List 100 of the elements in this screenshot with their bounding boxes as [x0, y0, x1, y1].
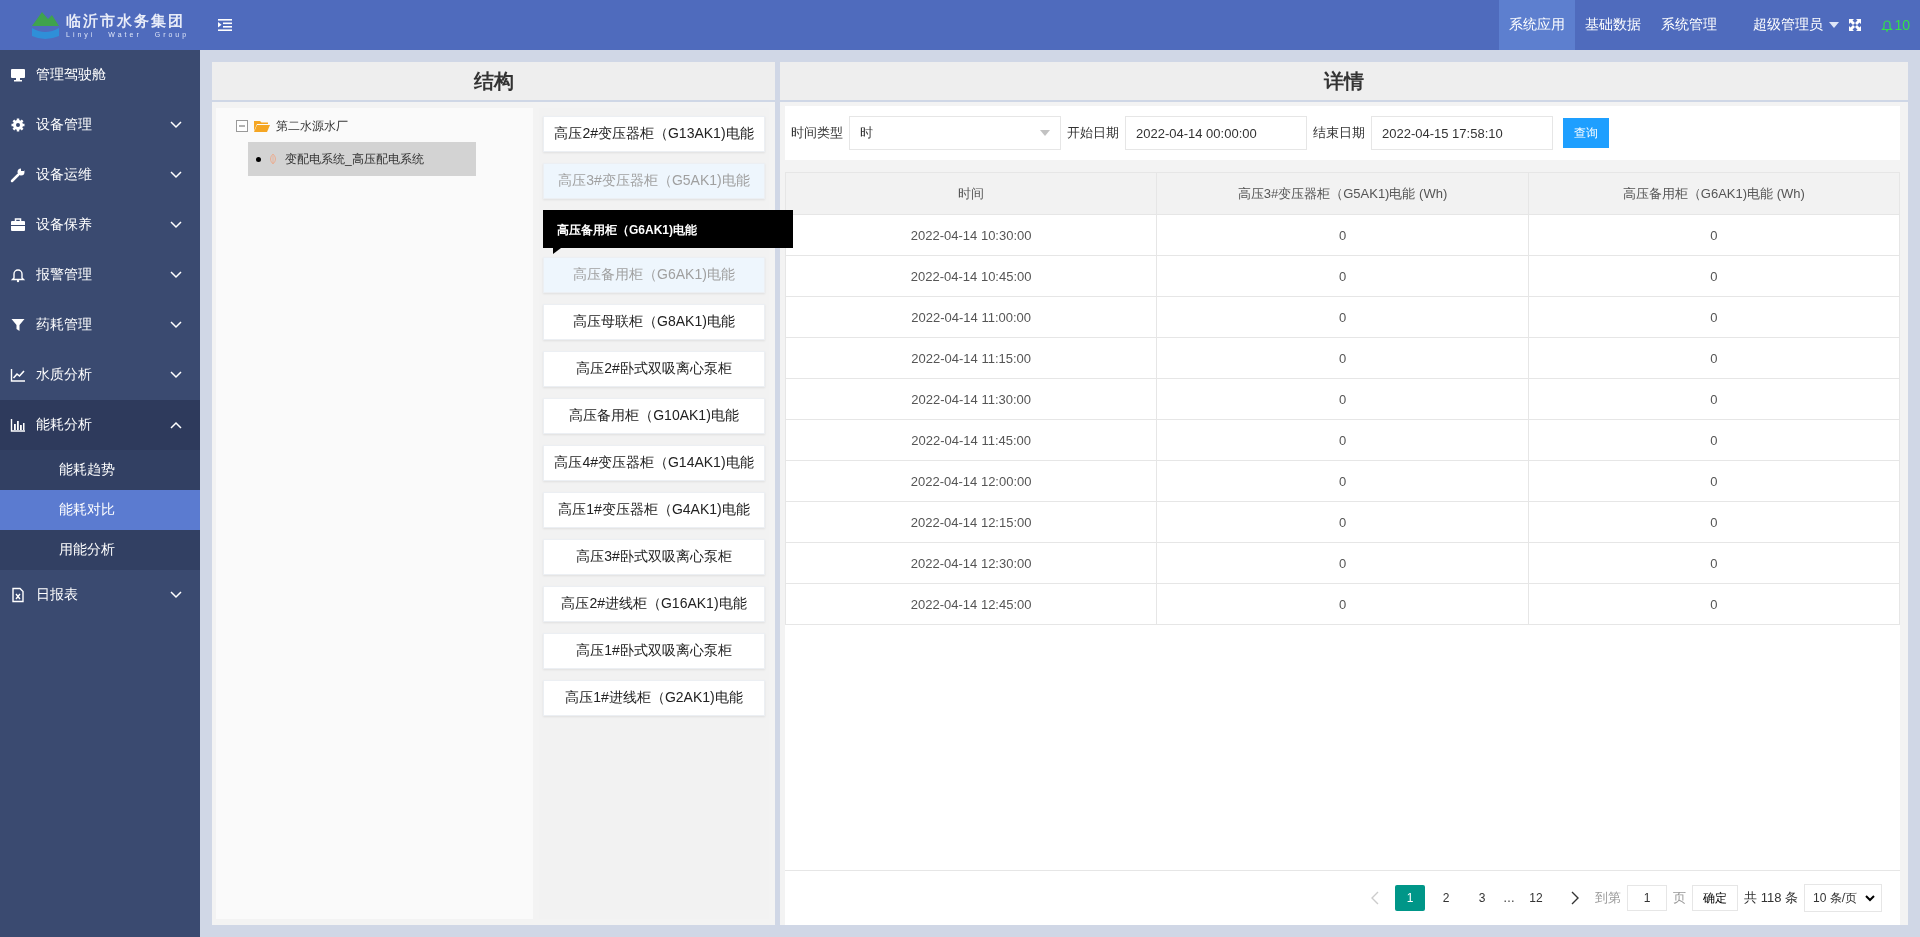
table-cell: 0 — [1528, 296, 1900, 338]
sidebar-item[interactable]: 设备保养 — [0, 200, 200, 250]
sidebar-item[interactable]: 水质分析 — [0, 350, 200, 400]
table-cell: 0 — [1156, 501, 1529, 543]
confirm-button[interactable]: 确定 — [1692, 885, 1739, 911]
table-cell: 2022-04-14 11:45:00 — [785, 419, 1157, 461]
sidebar-item[interactable]: 能耗分析 — [0, 400, 200, 450]
page-button[interactable]: 3 — [1467, 885, 1498, 911]
page-button[interactable]: 12 — [1521, 885, 1552, 911]
table-cell: 0 — [1528, 542, 1900, 584]
table-cell: 0 — [1156, 378, 1529, 420]
nav-tab[interactable]: 系统应用 — [1499, 0, 1576, 50]
page-ellipsis: … — [1503, 891, 1516, 905]
tooltip: 高压备用柜（G6AK1)电能 — [543, 210, 793, 254]
caret-icon[interactable] — [1829, 22, 1840, 28]
sidebar-subitem[interactable]: 能耗对比 — [0, 490, 200, 530]
table-cell: 0 — [1156, 214, 1529, 256]
collapse-icon[interactable] — [236, 120, 248, 132]
device-button[interactable]: 高压3#卧式双吸离心泵柜 — [543, 539, 765, 575]
goto-label: 到第 — [1595, 889, 1622, 907]
table-cell: 2022-04-14 12:30:00 — [785, 542, 1157, 584]
briefcase-icon — [10, 217, 26, 233]
spreadsheet-icon — [10, 587, 26, 603]
table-cell: 2022-04-14 11:15:00 — [785, 337, 1157, 379]
menu-icon[interactable] — [218, 19, 232, 31]
fullscreen-icon[interactable] — [1849, 19, 1862, 31]
table-cell: 0 — [1156, 337, 1529, 379]
device-button[interactable]: 高压母联柜（G8AK1)电能 — [543, 304, 765, 340]
device-button[interactable]: 高压2#进线柜（G16AK1)电能 — [543, 586, 765, 622]
table-cell: 0 — [1528, 583, 1900, 625]
bar-chart-icon — [10, 417, 26, 433]
device-button[interactable]: 高压1#卧式双吸离心泵柜 — [543, 633, 765, 669]
panel-title: 详情 — [780, 62, 1908, 102]
sidebar-subitem[interactable]: 能耗趋势 — [0, 450, 200, 490]
table-cell: 0 — [1156, 296, 1529, 338]
device-button[interactable]: 高压备用柜（G10AK1)电能 — [543, 398, 765, 434]
panel-title: 结构 — [212, 62, 775, 102]
page-button[interactable]: 2 — [1431, 885, 1462, 911]
table-cell: 2022-04-14 10:45:00 — [785, 255, 1157, 297]
device-button[interactable]: 高压2#卧式双吸离心泵柜 — [543, 351, 765, 387]
field-label: 时间类型 — [791, 124, 843, 142]
logo-title: 临沂市水务集团 — [66, 12, 186, 31]
bell-icon[interactable] — [1881, 18, 1894, 32]
field-label: 结束日期 — [1313, 124, 1365, 142]
sidebar-item[interactable]: 报警管理 — [0, 250, 200, 300]
folder-icon — [254, 120, 270, 132]
device-button[interactable]: 高压4#变压器柜（G14AK1)电能 — [543, 445, 765, 481]
table-cell: 0 — [1528, 460, 1900, 502]
field-label: 开始日期 — [1067, 124, 1119, 142]
sidebar-item[interactable]: 日报表 — [0, 570, 200, 620]
time-type-select[interactable]: 时 — [849, 116, 1061, 150]
table-cell: 2022-04-14 12:45:00 — [785, 583, 1157, 625]
table-cell: 0 — [1156, 583, 1529, 625]
table-cell: 0 — [1528, 501, 1900, 543]
monitor-icon — [10, 67, 26, 83]
sidebar-item[interactable]: 设备运维 — [0, 150, 200, 200]
page-unit: 页 — [1673, 889, 1687, 907]
end-date-field[interactable]: 2022-04-15 17:58:10 — [1371, 116, 1553, 150]
table-cell: 0 — [1156, 460, 1529, 502]
column-header: 高压3#变压器柜（G5AK1)电能 (Wh) — [1156, 172, 1529, 215]
tree-node[interactable]: 变配电系统_高压配电系统 — [248, 142, 476, 176]
caret-icon — [1040, 130, 1050, 136]
table-cell: 0 — [1528, 419, 1900, 461]
start-date-field[interactable]: 2022-04-14 00:00:00 — [1125, 116, 1307, 150]
table-cell: 0 — [1528, 337, 1900, 379]
column-header: 高压备用柜（G6AK1)电能 (Wh) — [1528, 172, 1900, 215]
settings-icon — [10, 117, 26, 133]
table-cell: 2022-04-14 11:30:00 — [785, 378, 1157, 420]
column-header: 时间 — [785, 172, 1157, 215]
line-chart-icon — [10, 367, 26, 383]
page-button[interactable]: 1 — [1395, 885, 1426, 911]
table-cell: 2022-04-14 12:00:00 — [785, 460, 1157, 502]
table-cell: 0 — [1156, 542, 1529, 584]
page-input[interactable]: 1 — [1627, 885, 1668, 911]
nav-tab[interactable]: 基础数据 — [1575, 0, 1652, 50]
sidebar-subitem[interactable]: 用能分析 — [0, 530, 200, 570]
table-cell: 0 — [1156, 255, 1529, 297]
table-cell: 2022-04-14 12:15:00 — [785, 501, 1157, 543]
device-button[interactable]: 高压1#进线柜（G2AK1)电能 — [543, 680, 765, 716]
filter-icon — [10, 317, 26, 333]
sidebar-item[interactable]: 管理驾驶舱 — [0, 50, 200, 100]
device-button[interactable]: 高压2#变压器柜（G13AK1)电能 — [543, 116, 765, 152]
bell-icon — [10, 267, 26, 283]
device-button[interactable]: 高压1#变压器柜（G4AK1)电能 — [543, 492, 765, 528]
user-name[interactable]: 超级管理员 — [1753, 16, 1824, 34]
sidebar-item[interactable]: 药耗管理 — [0, 300, 200, 350]
total-count: 共 118 条 — [1744, 889, 1798, 907]
table-cell: 2022-04-14 11:00:00 — [785, 296, 1157, 338]
next-page-icon[interactable] — [1571, 891, 1580, 905]
nav-tab[interactable]: 系统管理 — [1651, 0, 1728, 50]
table-cell: 0 — [1528, 378, 1900, 420]
tree-node[interactable]: 第二水源水厂 — [276, 117, 348, 135]
wrench-icon — [10, 167, 26, 183]
table-cell: 0 — [1156, 419, 1529, 461]
table-cell: 0 — [1528, 214, 1900, 256]
page-size-select[interactable]: 10 条/页 — [1804, 884, 1882, 912]
chevron-icon — [1865, 894, 1875, 902]
table-cell: 0 — [1528, 255, 1900, 297]
sidebar-item[interactable]: 设备管理 — [0, 100, 200, 150]
leaf-icon — [269, 153, 277, 165]
